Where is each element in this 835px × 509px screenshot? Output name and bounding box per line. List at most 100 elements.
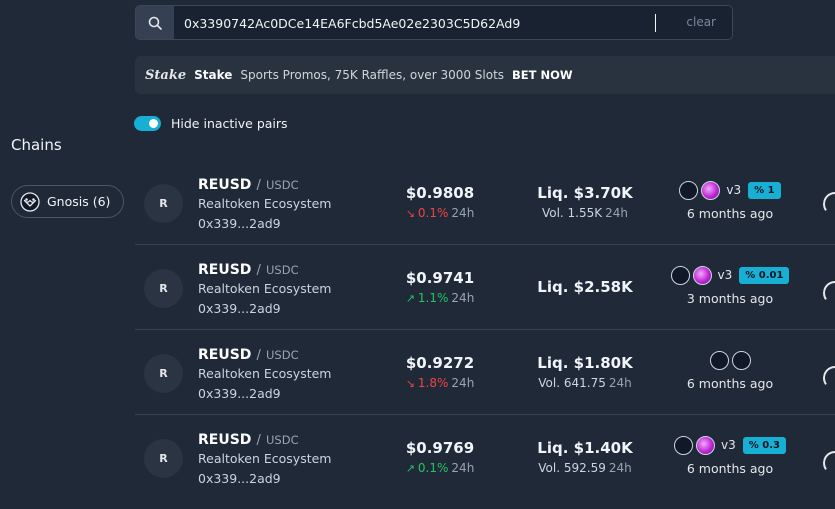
volume-period: 24h bbox=[605, 206, 629, 220]
pair-address[interactable]: 0x339...2ad9 bbox=[198, 301, 281, 316]
volume-period: 24h bbox=[608, 376, 632, 390]
pair-address[interactable]: 0x339...2ad9 bbox=[198, 386, 281, 401]
price-value: $0.9808 bbox=[405, 184, 475, 202]
hide-inactive-toggle[interactable] bbox=[134, 116, 161, 131]
pool-meta-cell: 6 months ago bbox=[670, 350, 790, 391]
table-row[interactable]: R REUSD / USDC Realtoken Ecosystem 0x339… bbox=[135, 330, 835, 415]
price-cell: $0.9808 ↘ 0.1% 24h bbox=[390, 184, 490, 220]
gnosis-icon bbox=[20, 191, 40, 212]
gnosis-token-icon bbox=[679, 180, 699, 200]
app-root: clear Stake Stake Sports Promos, 75K Raf… bbox=[0, 0, 835, 509]
fee-badge: % 0.01 bbox=[739, 266, 790, 284]
price-change: ↗ 1.1% 24h bbox=[390, 291, 490, 305]
gnosis-token-icon bbox=[709, 350, 729, 370]
pair-separator: / bbox=[256, 263, 261, 278]
pair-name[interactable]: REUSD / USDC bbox=[198, 429, 299, 448]
price-cell: $0.9769 ↗ 0.1% 24h bbox=[390, 439, 490, 475]
price-value: $0.9741 bbox=[405, 269, 475, 287]
price-value: $0.9769 bbox=[405, 439, 475, 457]
pair-age: 3 months ago bbox=[686, 291, 774, 306]
banner-brand: Stake bbox=[194, 68, 233, 82]
change-percent: 1.1% bbox=[417, 291, 449, 305]
search-icon[interactable] bbox=[136, 6, 174, 39]
pair-ecosystem: Realtoken Ecosystem bbox=[198, 281, 332, 296]
price-change: ↗ 0.1% 24h bbox=[390, 461, 490, 475]
text-caret bbox=[655, 14, 656, 32]
loading-spinner-icon bbox=[821, 279, 835, 307]
pair-name[interactable]: REUSD / USDC bbox=[198, 259, 299, 278]
pair-age: 6 months ago bbox=[686, 376, 774, 391]
bet-now-link[interactable]: BET NOW bbox=[512, 68, 573, 82]
toggle-knob bbox=[149, 119, 158, 128]
pair-address[interactable]: 0x339...2ad9 bbox=[198, 216, 281, 231]
swap-protocol-icon bbox=[701, 180, 721, 200]
chains-title: Chains bbox=[11, 136, 62, 154]
clear-button[interactable]: clear bbox=[686, 15, 716, 29]
pair-ecosystem: Realtoken Ecosystem bbox=[198, 196, 332, 211]
token-avatar: R bbox=[144, 269, 183, 308]
table-row[interactable]: R REUSD / USDC Realtoken Ecosystem 0x339… bbox=[135, 160, 835, 245]
price-change: ↘ 0.1% 24h bbox=[390, 206, 490, 220]
arrow-down-icon: ↘ bbox=[405, 376, 415, 390]
pool-meta-cell: v3 % 0.01 3 months ago bbox=[670, 265, 790, 306]
change-period: 24h bbox=[451, 206, 475, 220]
volume-value: Vol. 641.75 24h bbox=[520, 376, 650, 390]
price-cell: $0.9272 ↘ 1.8% 24h bbox=[390, 354, 490, 390]
token-avatar: R bbox=[144, 439, 183, 478]
chain-chip-label: Gnosis (6) bbox=[47, 194, 111, 209]
liquidity-value: Liq. $3.70K bbox=[537, 184, 633, 202]
table-row[interactable]: R REUSD / USDC Realtoken Ecosystem 0x339… bbox=[135, 415, 835, 500]
pair-base-token: REUSD bbox=[198, 177, 252, 193]
pool-version: v3 bbox=[717, 268, 733, 282]
change-period: 24h bbox=[451, 461, 475, 475]
pair-separator: / bbox=[256, 348, 261, 363]
volume-amount: Vol. 641.75 bbox=[538, 376, 606, 390]
pair-base-token: REUSD bbox=[198, 262, 252, 278]
stake-logo: Stake bbox=[145, 67, 187, 83]
liquidity-cell: Liq. $1.80K Vol. 641.75 24h bbox=[520, 354, 650, 390]
pairs-list: R REUSD / USDC Realtoken Ecosystem 0x339… bbox=[135, 160, 835, 500]
fee-badge: % 1 bbox=[748, 181, 781, 199]
pool-badges: v3 % 1 bbox=[670, 180, 790, 200]
liquidity-cell: Liq. $3.70K Vol. 1.55K 24h bbox=[520, 184, 650, 220]
change-percent: 1.8% bbox=[417, 376, 449, 390]
liquidity-cell: Liq. $1.40K Vol. 592.59 24h bbox=[520, 439, 650, 475]
hide-inactive-label: Hide inactive pairs bbox=[171, 116, 288, 131]
table-row[interactable]: R REUSD / USDC Realtoken Ecosystem 0x339… bbox=[135, 245, 835, 330]
chain-chip-gnosis[interactable]: Gnosis (6) bbox=[11, 185, 124, 218]
change-percent: 0.1% bbox=[417, 206, 449, 220]
pair-name[interactable]: REUSD / USDC bbox=[198, 344, 299, 363]
gnosis-token-icon bbox=[674, 435, 694, 455]
pair-name[interactable]: REUSD / USDC bbox=[198, 174, 299, 193]
banner-text: Sports Promos, 75K Raffles, over 3000 Sl… bbox=[240, 68, 505, 82]
volume-amount: Vol. 1.55K bbox=[541, 206, 603, 220]
pair-quote-token: USDC bbox=[266, 433, 299, 447]
pair-separator: / bbox=[256, 433, 261, 448]
loading-spinner-icon bbox=[821, 449, 835, 477]
search-bar: clear bbox=[135, 5, 733, 40]
pool-badges bbox=[670, 350, 790, 370]
liquidity-value: Liq. $1.80K bbox=[537, 354, 633, 372]
search-input[interactable] bbox=[184, 13, 664, 33]
loading-spinner-icon bbox=[821, 190, 835, 218]
liquidity-cell: Liq. $2.58K bbox=[520, 278, 650, 296]
pair-address[interactable]: 0x339...2ad9 bbox=[198, 471, 281, 486]
token-avatar: R bbox=[144, 184, 183, 223]
promo-banner[interactable]: Stake Stake Sports Promos, 75K Raffles, … bbox=[135, 56, 835, 94]
pool-meta-cell: v3 % 0.3 6 months ago bbox=[670, 435, 790, 476]
fee-badge: % 0.3 bbox=[742, 436, 786, 454]
volume-period: 24h bbox=[608, 461, 632, 475]
arrow-up-icon: ↗ bbox=[405, 291, 415, 305]
loading-spinner-icon bbox=[821, 364, 835, 392]
pool-badges: v3 % 0.01 bbox=[670, 265, 790, 285]
pool-version: v3 bbox=[726, 183, 742, 197]
pool-meta-cell: v3 % 1 6 months ago bbox=[670, 180, 790, 221]
pair-base-token: REUSD bbox=[198, 432, 252, 448]
pair-ecosystem: Realtoken Ecosystem bbox=[198, 366, 332, 381]
volume-value: Vol. 592.59 24h bbox=[520, 461, 650, 475]
pair-ecosystem: Realtoken Ecosystem bbox=[198, 451, 332, 466]
pair-separator: / bbox=[256, 178, 261, 193]
change-period: 24h bbox=[451, 291, 475, 305]
price-change: ↘ 1.8% 24h bbox=[390, 376, 490, 390]
arrow-up-icon: ↗ bbox=[405, 461, 415, 475]
